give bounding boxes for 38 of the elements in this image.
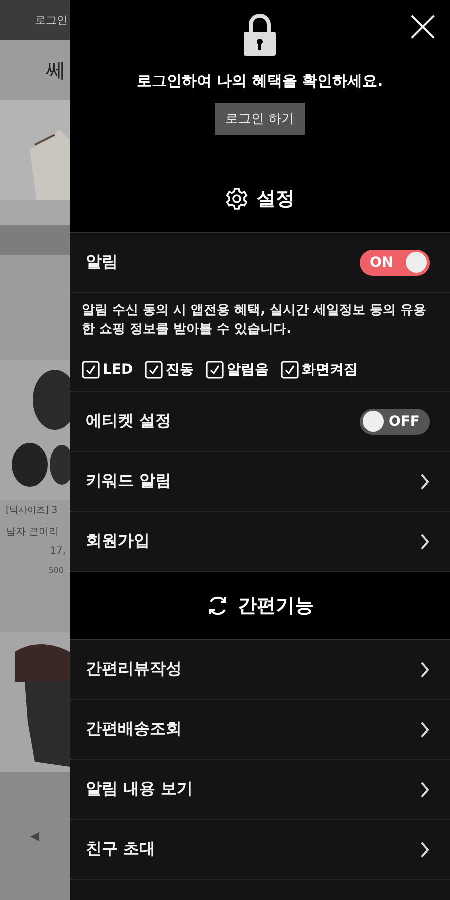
menu-item[interactable]: 회원가입: [86, 531, 150, 552]
product-name: [빅사이즈] 3: [5, 505, 59, 518]
toggle-switch[interactable]: OFF: [360, 408, 430, 434]
menu-item[interactable]: 간편리뷰작성: [86, 659, 182, 680]
menu-item[interactable]: 알림 내용 보기: [86, 779, 194, 800]
banner-strip: [0, 225, 70, 255]
menu-item[interactable]: 키워드 알림: [86, 471, 172, 492]
menu-item[interactable]: 친구 초대: [86, 839, 156, 860]
checkbox-label: LED: [103, 362, 134, 378]
page-title: 쎄: [45, 56, 67, 84]
checkbox[interactable]: [145, 361, 164, 379]
close-icon[interactable]: [410, 14, 436, 40]
checkbox[interactable]: [206, 361, 224, 379]
lock-icon: [242, 14, 278, 56]
product-title: 남자 큰머리: [5, 526, 60, 540]
section-title: 설정: [257, 186, 295, 212]
checkbox[interactable]: [281, 361, 300, 379]
chevron-icon[interactable]: [420, 660, 430, 678]
checkbox-label: 화면켜짐: [302, 361, 358, 379]
chevron-icon[interactable]: [420, 720, 430, 738]
product-price: 17,: [49, 545, 67, 559]
login-link[interactable]: 로그인: [35, 12, 70, 28]
chevron-icon[interactable]: [420, 532, 430, 550]
gear-icon: [225, 186, 249, 210]
checkbox-label: 진동: [166, 361, 194, 379]
login-button[interactable]: 로그인 하기: [215, 103, 305, 135]
checkbox[interactable]: [82, 361, 100, 379]
chevron-icon[interactable]: [420, 472, 430, 490]
setting-label: 알림: [86, 252, 118, 273]
setting-label: 에티켓 설정: [86, 411, 172, 432]
checkbox-label: 알림음: [227, 361, 270, 379]
login-prompt: 로그인하여 나의 혜택을 확인하세요.: [136, 72, 384, 91]
chevron-icon[interactable]: [420, 780, 430, 798]
chevron-icon[interactable]: [420, 840, 430, 858]
description-text: 알림 수신 동의 시 앱전용 혜택, 실시간 세일정보 등의 유용한 쇼핑 정보를 받아볼 수 있습니다.: [82, 302, 428, 339]
section-title: 간편기능: [238, 594, 314, 618]
review-count: 500: [48, 565, 65, 577]
menu-item[interactable]: 간편배송조회: [86, 719, 182, 740]
